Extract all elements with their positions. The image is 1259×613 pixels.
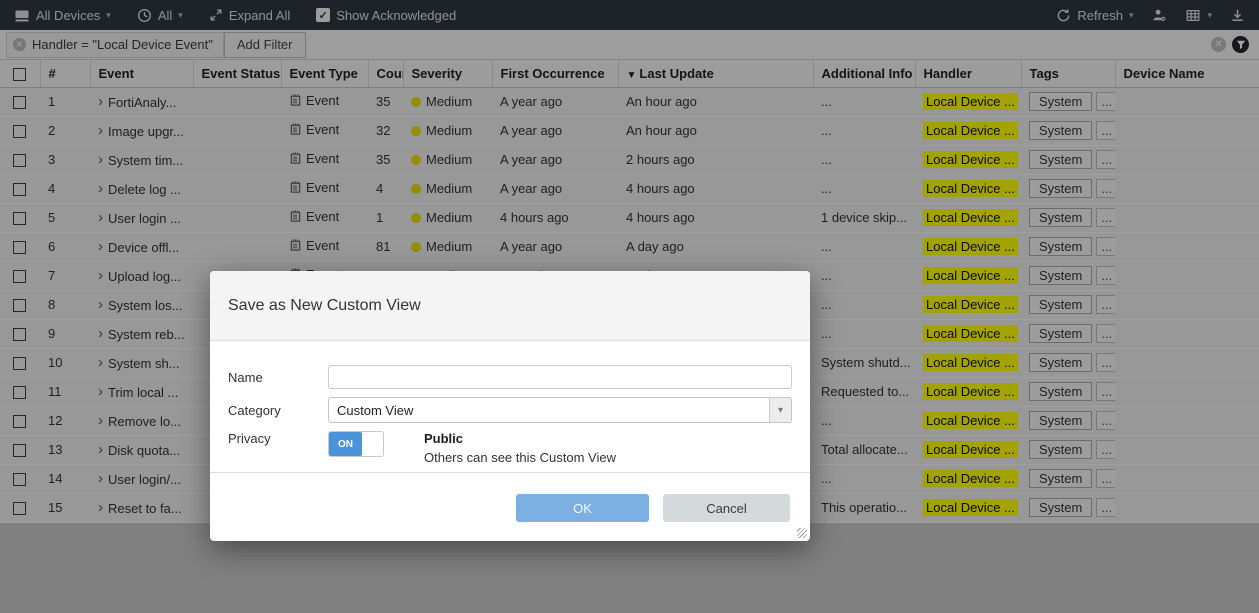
save-custom-view-dialog: Save as New Custom View Name Category Cu… [210,271,810,541]
resize-handle-icon[interactable] [797,528,807,538]
dialog-body: Name Category Custom View ▾ Privacy ON P… [210,341,810,465]
event-monitor-page: All Devices ▾ All ▾ Expand All ✓ Show Ac… [0,0,1259,613]
category-label: Category [228,403,328,418]
dialog-footer: OK Cancel [210,472,810,541]
category-select[interactable]: Custom View ▾ [328,397,792,423]
toggle-on-label: ON [329,432,362,456]
name-label: Name [228,370,328,385]
toggle-track [362,432,383,456]
privacy-mode-title: Public [424,431,616,446]
privacy-toggle[interactable]: ON [328,431,384,457]
category-selected-value: Custom View [329,403,769,418]
cancel-button[interactable]: Cancel [663,494,790,522]
privacy-mode-description: Others can see this Custom View [424,450,616,465]
privacy-label: Privacy [228,431,328,446]
caret-down-icon[interactable]: ▾ [769,398,791,422]
dialog-title: Save as New Custom View [228,297,421,314]
name-input[interactable] [328,365,792,389]
ok-button[interactable]: OK [516,494,649,522]
dialog-header: Save as New Custom View [210,271,810,341]
